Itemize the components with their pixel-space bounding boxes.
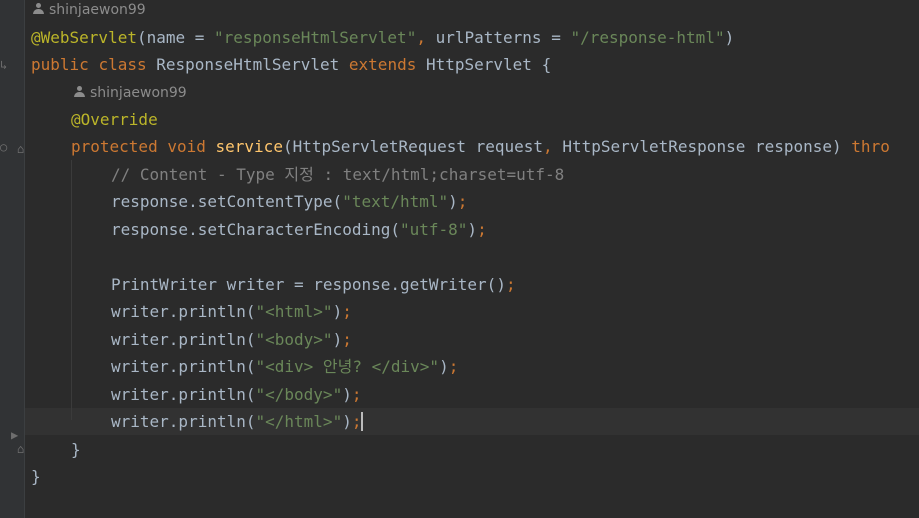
user-icon	[33, 3, 44, 15]
code-line-comment[interactable]: // Content - Type 지정 : text/html;charset…	[111, 161, 564, 188]
punct-token: ;	[448, 357, 459, 376]
code-line-method-decl[interactable]: protected void service(HttpServletReques…	[71, 133, 890, 160]
code-token: response.setCharacterEncoding(	[111, 220, 400, 239]
author-name: shinjaewon99	[49, 2, 146, 18]
code-token: )	[332, 330, 343, 349]
run-marker-icon[interactable]: ▶	[11, 429, 18, 441]
keyword-token: protected	[71, 137, 158, 156]
keyword-token: extends	[348, 55, 417, 74]
fold-open-icon[interactable]: ⌂	[17, 143, 24, 155]
code-line-println[interactable]: writer.println("<div> 안녕? </div>");	[111, 353, 458, 380]
code-token: writer.println(	[111, 330, 256, 349]
code-token: writer.println(	[111, 357, 256, 376]
string-token: "</body>"	[255, 385, 343, 404]
code-line-println-current[interactable]: writer.println("</html>");	[111, 408, 364, 435]
author-hint-class[interactable]: shinjaewon99	[33, 1, 146, 19]
code-token: writer.println(	[111, 412, 256, 431]
code-line-close-method[interactable]: }	[71, 436, 81, 463]
code-token: )	[448, 192, 458, 211]
punct-token: ,	[416, 28, 436, 47]
brace-token: }	[31, 467, 41, 486]
punct-token: ;	[505, 275, 516, 294]
string-token: "responseHtmlServlet"	[214, 28, 417, 47]
indent-guide	[71, 160, 72, 420]
code-line-close-class[interactable]: }	[31, 463, 41, 490]
string-token: "text/html"	[342, 192, 449, 211]
string-token: "utf-8"	[399, 220, 468, 239]
code-line-set-encoding[interactable]: response.setCharacterEncoding("utf-8");	[111, 216, 487, 243]
brace-token: }	[71, 440, 81, 459]
code-line-set-content-type[interactable]: response.setContentType("text/html");	[111, 188, 467, 215]
comment-token: // Content - Type 지정 : text/html;charset…	[111, 165, 565, 184]
keyword-token: void	[167, 137, 206, 156]
string-token: "/response-html"	[570, 28, 725, 47]
code-token: HttpServlet {	[416, 55, 552, 74]
punct-token: ;	[351, 385, 362, 404]
class-name-token: ResponseHtmlServlet	[146, 55, 349, 74]
code-line-class-decl[interactable]: public class ResponseHtmlServlet extends…	[31, 51, 551, 78]
punct-token: ;	[342, 302, 352, 321]
code-line-webservlet[interactable]: @WebServlet(name = "responseHtmlServlet"…	[31, 24, 734, 51]
code-line-println[interactable]: writer.println("</body>");	[111, 381, 361, 408]
code-line-println[interactable]: writer.println("<body>");	[111, 326, 352, 353]
keyword-token: thro	[851, 137, 890, 156]
punct-token: ;	[351, 412, 362, 431]
code-token: (HttpServletRequest request	[282, 137, 544, 156]
code-token: )	[342, 385, 352, 404]
string-token: "<div> 안녕? </div>"	[255, 357, 440, 376]
code-line-get-writer[interactable]: PrintWriter writer = response.getWriter(…	[111, 271, 516, 298]
punct-token: ;	[457, 192, 468, 211]
override-marker-icon[interactable]: ○	[0, 141, 7, 153]
code-token: PrintWriter writer = response.getWriter(…	[111, 275, 506, 294]
code-token: )	[724, 28, 735, 47]
method-name-token: service	[215, 137, 283, 156]
code-token: (name =	[136, 28, 215, 47]
inherited-usage-icon[interactable]: ↳	[0, 59, 7, 71]
code-token: )	[467, 220, 478, 239]
code-token: writer.println(	[111, 302, 256, 321]
punct-token: ,	[543, 137, 563, 156]
punct-token: ;	[342, 330, 352, 349]
code-line-println[interactable]: writer.println("<html>");	[111, 298, 352, 325]
user-icon	[74, 86, 85, 98]
author-name: shinjaewon99	[90, 85, 187, 101]
string-token: "<body>"	[255, 330, 333, 349]
code-token: writer.println(	[111, 385, 256, 404]
code-line-override[interactable]: @Override	[71, 106, 158, 133]
string-token: "</html>"	[255, 412, 343, 431]
code-token: )	[332, 302, 343, 321]
code-token: )	[439, 357, 449, 376]
annotation-token: @Override	[71, 110, 158, 129]
fold-close-icon[interactable]: ⌂	[17, 443, 24, 455]
keyword-token: public	[31, 55, 89, 74]
author-hint-method[interactable]: shinjaewon99	[74, 84, 187, 102]
code-token: HttpServletResponse response)	[562, 137, 852, 156]
code-token: )	[342, 412, 352, 431]
gutter-separator	[24, 0, 25, 518]
string-token: "<html>"	[255, 302, 333, 321]
keyword-token: class	[98, 55, 147, 74]
code-token: urlPatterns =	[435, 28, 571, 47]
code-token: response.setContentType(	[111, 192, 343, 211]
punct-token: ;	[477, 220, 487, 239]
annotation-token: @WebServlet	[31, 28, 137, 47]
text-cursor	[361, 412, 364, 431]
